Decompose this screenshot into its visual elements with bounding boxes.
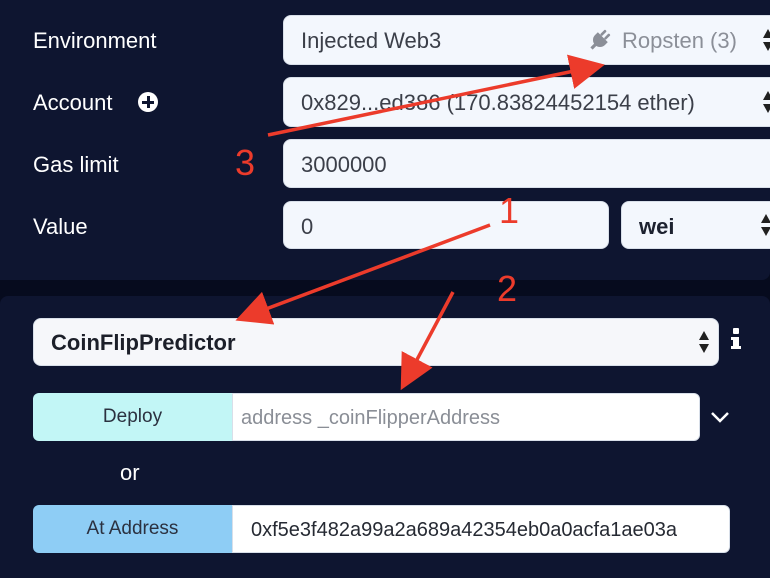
deploy-button[interactable]: Deploy xyxy=(33,393,232,441)
at-address-input[interactable]: 0xf5e3f482a99a2a689a42354eb0a0acfa1ae03a xyxy=(232,505,730,553)
gas-limit-input[interactable]: 3000000 xyxy=(283,139,770,188)
at-address-value: 0xf5e3f482a99a2a689a42354eb0a0acfa1ae03a xyxy=(251,519,677,541)
account-value: 0x829...ed386 (170.83824452154 ether) xyxy=(301,90,695,115)
contract-name: CoinFlipPredictor xyxy=(51,330,236,355)
deploy-args-input[interactable]: address _coinFlipperAddress xyxy=(232,393,700,441)
account-label: Account xyxy=(33,90,113,115)
select-arrows-icon xyxy=(762,89,770,115)
or-text: or xyxy=(120,460,140,485)
annotation-2: 2 xyxy=(497,268,518,309)
contract-select[interactable]: CoinFlipPredictor xyxy=(33,318,719,366)
unit-select[interactable]: wei xyxy=(621,201,770,249)
info-icon[interactable] xyxy=(729,326,743,354)
unit-value: wei xyxy=(639,214,675,239)
value-amount: 0 xyxy=(301,214,314,239)
gas-limit-value: 3000000 xyxy=(301,152,387,177)
select-arrows-icon xyxy=(760,212,770,238)
chevron-down-icon[interactable] xyxy=(709,409,731,425)
value-label: Value xyxy=(33,214,88,239)
account-select[interactable]: 0x829...ed386 (170.83824452154 ether) xyxy=(283,77,770,127)
environment-label: Environment xyxy=(33,28,157,53)
select-arrows-icon xyxy=(698,329,710,355)
plug-icon xyxy=(590,29,611,50)
add-account-icon[interactable] xyxy=(138,92,158,112)
network-label: Ropsten (3) xyxy=(622,28,737,53)
select-arrows-icon xyxy=(762,27,770,53)
at-address-button[interactable]: At Address xyxy=(33,505,232,553)
annotation-1: 1 xyxy=(499,190,520,231)
gas-limit-label: Gas limit xyxy=(33,152,119,177)
deploy-args-placeholder: address _coinFlipperAddress xyxy=(241,407,501,429)
annotation-3: 3 xyxy=(235,142,256,183)
environment-select[interactable]: Injected Web3 Ropsten (3) xyxy=(283,15,770,65)
value-input[interactable]: 0 xyxy=(283,201,609,249)
environment-value: Injected Web3 xyxy=(301,28,442,53)
